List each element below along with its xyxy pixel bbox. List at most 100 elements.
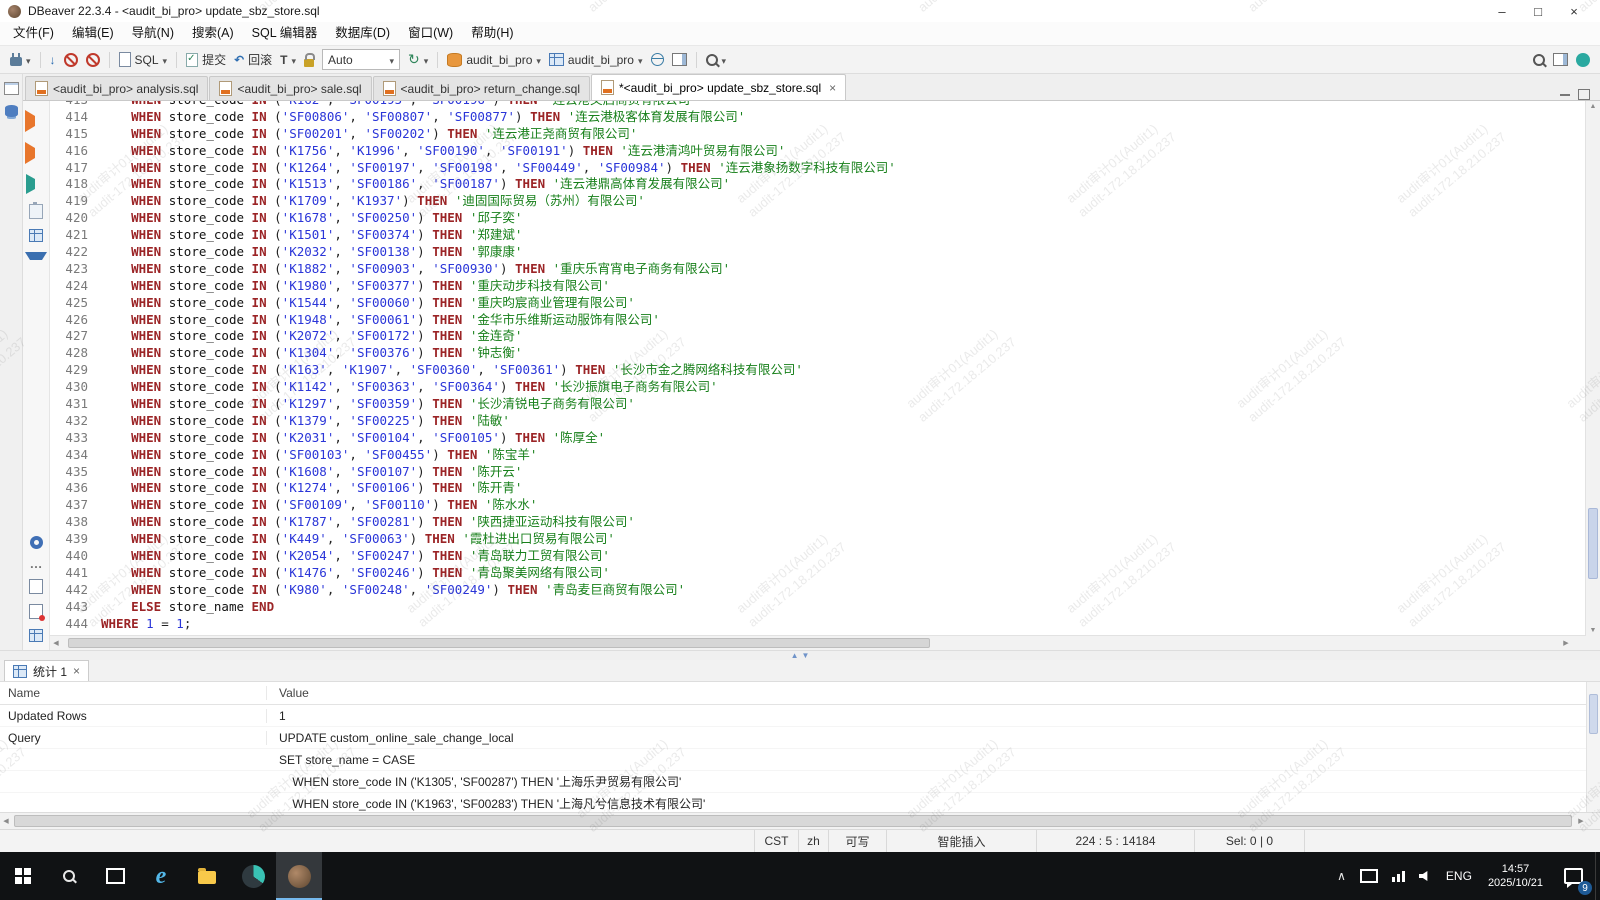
scroll-left-icon[interactable] [50, 636, 62, 650]
menu-item[interactable]: 文件(F) [4, 22, 63, 45]
scroll-left-icon[interactable] [0, 813, 12, 829]
result-row[interactable]: WHEN store_code IN ('K1305', 'SF00287') … [0, 771, 1600, 793]
taskbar-search-button[interactable] [46, 852, 92, 900]
vertical-scroll-thumb[interactable] [1588, 508, 1598, 580]
results-rows: Updated Rows1QueryUPDATE custom_online_s… [0, 705, 1600, 812]
pro-button[interactable] [1572, 49, 1594, 71]
close-button[interactable]: × [1556, 4, 1592, 19]
chevron-down-icon [424, 53, 429, 67]
volume-button[interactable] [1412, 852, 1439, 900]
error-log-icon[interactable] [29, 604, 43, 619]
search-button[interactable] [702, 49, 731, 71]
explorer-button[interactable] [184, 852, 230, 900]
new-script-icon[interactable] [29, 579, 43, 594]
scroll-right-icon[interactable] [1575, 813, 1587, 829]
restore-panel-icon[interactable] [4, 82, 19, 95]
network-icon [1392, 870, 1405, 882]
editor-tab[interactable]: <audit_bi_pro> sale.sql [209, 76, 371, 100]
panel-sash[interactable] [0, 650, 1600, 660]
results-tab[interactable]: 统计 1 [4, 660, 89, 681]
menu-item[interactable]: 导航(N) [123, 22, 183, 45]
maximize-editor-icon[interactable] [1578, 89, 1590, 100]
task-view-button[interactable] [92, 852, 138, 900]
taskbar-clock[interactable]: 14:57 2025/10/21 [1479, 852, 1552, 900]
execute-script-icon[interactable] [25, 142, 47, 164]
result-row[interactable]: SET store_name = CASE [0, 749, 1600, 771]
sash-up-icon[interactable] [791, 652, 799, 660]
rollback-button[interactable]: 回滚 [230, 49, 276, 71]
menu-item[interactable]: 窗口(W) [399, 22, 462, 45]
results-scroll-thumb[interactable] [1589, 694, 1598, 734]
globe-button[interactable] [647, 49, 668, 71]
editor-tab[interactable]: *<audit_bi_pro> update_sbz_store.sql× [591, 74, 846, 100]
fetch-button[interactable] [46, 49, 60, 71]
quick-search-button[interactable] [1529, 49, 1549, 71]
tray-expand-button[interactable] [1330, 852, 1353, 900]
settings-gear-icon[interactable] [30, 536, 43, 549]
app-button-1[interactable] [230, 852, 276, 900]
results-horizontal-scrollbar[interactable] [0, 812, 1600, 829]
code-line: 414 WHEN store_code IN ('SF00806', 'SF00… [52, 109, 1586, 126]
menu-item[interactable]: 帮助(H) [462, 22, 522, 45]
scroll-down-icon[interactable] [1586, 625, 1600, 636]
menu-item[interactable]: 数据库(D) [326, 22, 399, 45]
new-connection-button[interactable] [6, 49, 35, 71]
chevron-up-icon [1337, 869, 1346, 883]
grid-button[interactable] [668, 49, 691, 71]
result-row[interactable]: QueryUPDATE custom_online_sale_change_lo… [0, 727, 1600, 749]
menu-item[interactable]: 搜索(A) [183, 22, 243, 45]
database-navigator-icon[interactable] [5, 105, 18, 117]
result-name-cell: Updated Rows [0, 709, 267, 723]
output-grid-icon[interactable] [29, 629, 43, 642]
folder-icon [198, 871, 216, 884]
results-tab-close-icon[interactable] [73, 664, 80, 678]
notification-button[interactable]: 9 [1552, 852, 1595, 900]
minimize-editor-icon[interactable] [1560, 94, 1570, 96]
line-number: 429 [52, 362, 101, 379]
results-vertical-scrollbar[interactable] [1586, 682, 1600, 812]
perspective-button[interactable] [1549, 49, 1572, 71]
editor-tab[interactable]: <audit_bi_pro> analysis.sql [25, 76, 208, 100]
tab-close-icon[interactable]: × [829, 81, 836, 95]
result-row[interactable]: WHEN store_code IN ('K1963', 'SF00283') … [0, 793, 1600, 812]
menu-item[interactable]: SQL 编辑器 [243, 22, 327, 45]
network-button[interactable] [1385, 852, 1412, 900]
dbeaver-taskbar-button[interactable] [276, 852, 322, 900]
editor-vertical-scrollbar[interactable] [1585, 101, 1600, 636]
explain-plan-icon[interactable] [29, 204, 43, 219]
more-actions-icon[interactable] [30, 559, 43, 569]
editor-tab[interactable]: <audit_bi_pro> return_change.sql [373, 76, 590, 100]
editor-horizontal-scrollbar[interactable] [50, 635, 1586, 650]
schema-selector[interactable]: audit_bi_pro [545, 49, 647, 71]
tray-monitor-button[interactable] [1353, 852, 1385, 900]
transaction-mode-button[interactable] [276, 49, 300, 71]
result-row[interactable]: Updated Rows1 [0, 705, 1600, 727]
sash-down-icon[interactable] [802, 652, 810, 660]
search-icon [706, 54, 718, 66]
minimize-button[interactable]: – [1484, 4, 1520, 19]
database-selector[interactable]: audit_bi_pro [443, 49, 545, 71]
language-indicator[interactable]: ENG [1439, 852, 1479, 900]
stop-button[interactable] [60, 49, 82, 71]
start-button[interactable] [0, 852, 46, 900]
scroll-up-icon[interactable] [1586, 101, 1600, 112]
ie-button[interactable] [138, 852, 184, 900]
transaction-combo[interactable]: Auto [322, 49, 400, 70]
show-desktop-button[interactable] [1595, 852, 1600, 900]
execute-statement-icon[interactable] [25, 110, 47, 132]
scroll-right-icon[interactable] [1560, 636, 1572, 650]
toolbar-separator [109, 52, 110, 68]
statistics-icon[interactable] [29, 229, 43, 242]
export-icon[interactable] [25, 252, 47, 270]
horizontal-scroll-thumb[interactable] [68, 638, 930, 648]
refresh-button[interactable] [404, 49, 432, 71]
stop-all-button[interactable] [82, 49, 104, 71]
lock-button[interactable] [300, 49, 318, 71]
maximize-button[interactable]: □ [1520, 4, 1556, 19]
execute-new-tab-icon[interactable] [26, 174, 47, 194]
results-horizontal-thumb[interactable] [14, 815, 1572, 827]
menu-item[interactable]: 编辑(E) [63, 22, 123, 45]
sql-menu-button[interactable]: SQL [115, 49, 172, 71]
commit-button[interactable]: 提交 [182, 49, 230, 71]
code-lines[interactable]: 413 WHEN store_code IN ('K162', 'SF00195… [50, 101, 1586, 636]
